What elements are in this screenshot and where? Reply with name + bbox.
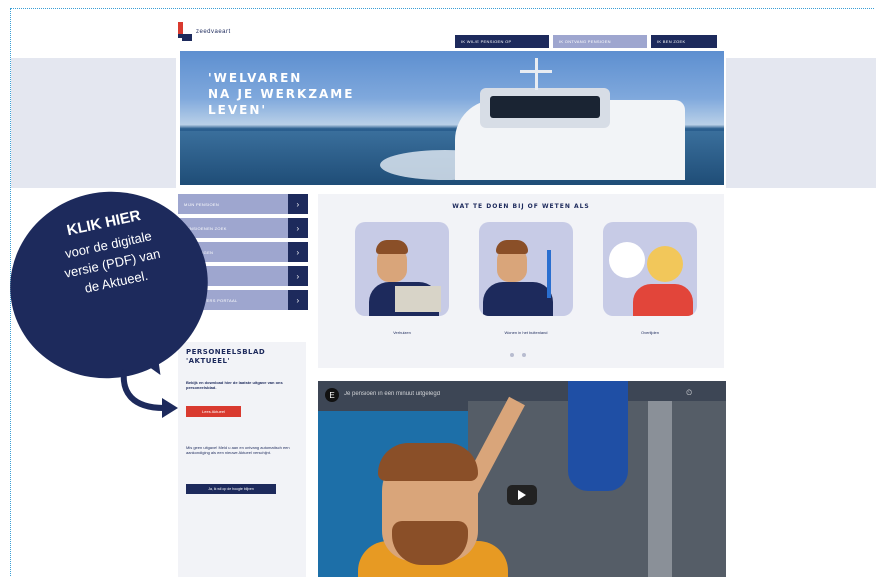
nav-button-zoek[interactable]: IK BEN ZOEK <box>651 35 717 48</box>
boat-mast <box>535 58 538 90</box>
tile-verhuizen[interactable] <box>355 222 449 316</box>
nav-button-ontvang-pensioen[interactable]: IK ONTVANG PENSIOEN <box>553 35 647 48</box>
hero-title: 'WELVAREN NA JE WERKZAME LEVEN' <box>208 70 354 118</box>
chevron-right-icon: › <box>288 218 308 238</box>
tile-overlijden[interactable] <box>603 222 697 316</box>
chevron-right-icon: › <box>288 242 308 262</box>
hero-title-line-3: LEVEN' <box>208 103 268 117</box>
boat-mast-bar <box>520 70 552 73</box>
panel-intro-text: Bekijk en download hier de laatste uitga… <box>186 380 283 390</box>
portrait-circle <box>609 242 645 278</box>
nav-button-pensioen-op[interactable]: IK WIL/E PENSIOEN OP <box>455 35 549 48</box>
read-aktueel-button[interactable]: Lees Aktueel <box>186 406 241 417</box>
sidebar-item-mijn-pensioen[interactable]: MIJN PENSIOEN › <box>178 194 308 214</box>
boat-windows <box>490 96 600 118</box>
hero-title-line-2: NA JE WERKZAME <box>208 87 355 101</box>
carousel-dot[interactable] <box>510 353 514 357</box>
panel-title-line-2: 'AKTUEEL' <box>186 357 231 365</box>
chevron-right-icon: › <box>288 290 308 310</box>
channel-logo-icon[interactable]: E <box>325 388 339 402</box>
carousel-dots <box>510 353 526 357</box>
sidebar-item-label: MIJN PENSIOEN <box>184 201 220 207</box>
newsletter-panel <box>178 342 306 577</box>
watch-later-icon[interactable]: ⏲ <box>686 388 692 398</box>
video-title[interactable]: Je pensioen in één minuut uitgelegd <box>344 391 440 397</box>
newspaper-illustration <box>395 286 441 312</box>
hero-title-line-1: 'WELVAREN <box>208 71 303 85</box>
top-navigation: IK WIL/E PENSIOEN OP IK ONTVANG PENSIOEN… <box>455 35 717 48</box>
logo-text: zeedvaeart <box>196 29 231 35</box>
chevron-right-icon: › <box>288 266 308 286</box>
panel-subscribe-text: Mis geen uitgave! Meld u aan en ontvang … <box>186 445 290 455</box>
play-icon <box>518 490 526 500</box>
tile-caption-buitenland: Wonen in het buitenland <box>504 330 548 335</box>
tile-buitenland[interactable] <box>479 222 573 316</box>
site-logo[interactable]: zeedvaeart <box>178 22 231 42</box>
info-card-title: WAT TE DOEN BIJ OF WETEN ALS <box>452 203 590 210</box>
video-player[interactable] <box>318 381 726 577</box>
tile-caption-verhuizen: Verhuizen <box>393 330 411 335</box>
subscribe-button[interactable]: Ja, ik wil op de hoogte blijven <box>186 484 276 494</box>
carousel-dot[interactable] <box>522 353 526 357</box>
logo-mark-icon <box>178 22 192 42</box>
chevron-right-icon: › <box>288 194 308 214</box>
tile-caption-overlijden: Overlijden <box>640 330 659 335</box>
play-button[interactable] <box>507 485 537 505</box>
arrow-pointer-icon <box>120 369 178 418</box>
eiffel-tower-illustration <box>547 250 551 298</box>
panel-title: PERSONEELSBLAD 'AKTUEEL' <box>186 348 265 366</box>
sidebar-item-pensioenen-zoek[interactable]: PENSIOENEN ZOEK › <box>178 218 308 238</box>
panel-title-line-1: PERSONEELSBLAD <box>186 348 266 356</box>
